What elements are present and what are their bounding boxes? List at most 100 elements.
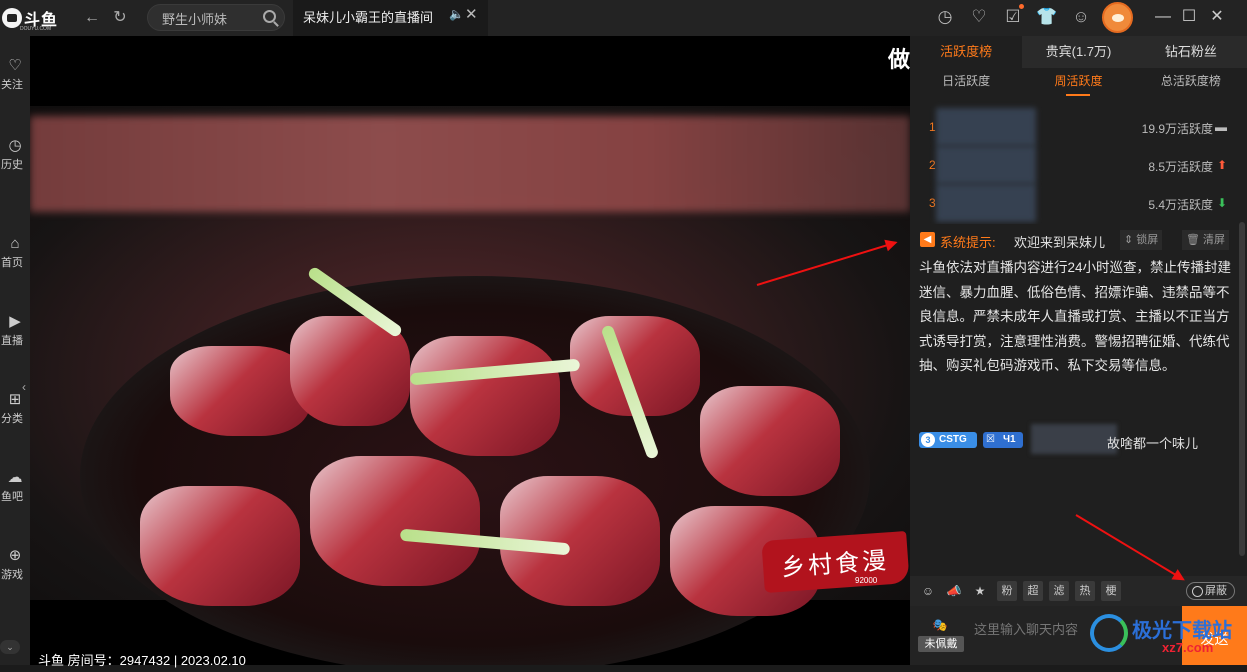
filter-button[interactable]: 滤: [1049, 581, 1069, 601]
sidebar-item-follow[interactable]: ♡ 关注: [0, 56, 30, 102]
sidebar-item-category[interactable]: ⊞ 分类: [0, 390, 30, 436]
heart-icon: ♡: [8, 57, 22, 74]
level-number: 3: [921, 433, 935, 447]
fan-badge-name: CSTG: [939, 434, 967, 445]
sidebar-item-yuba[interactable]: ☁ 鱼吧: [0, 468, 30, 514]
blurred-user: [936, 108, 1036, 146]
blurred-username: [1031, 424, 1117, 454]
search-box: [147, 4, 285, 31]
chevron-down-icon[interactable]: ⌄: [0, 640, 20, 654]
rank-value: 8.5万活跃度: [1148, 160, 1213, 174]
chat-text: 故啥都一个味儿: [1107, 436, 1199, 451]
meat-chunk: [410, 336, 560, 456]
rank-number: 3: [929, 196, 936, 210]
calendar-icon[interactable]: ☑: [1001, 3, 1025, 31]
left-sidebar: ♡ 关注 ◷ 历史 ⌂ 首页 ▶ 直播 ⊞ 分类 ☁ 鱼吧 ⊕ 游戏 ‹ ⌄: [0, 36, 30, 665]
sidebar-item-label: 历史: [1, 159, 23, 171]
blurred-user: [936, 184, 1036, 222]
sidebar-item-label: 直播: [1, 335, 23, 347]
tab-vip[interactable]: 贵宾(1.7万): [1022, 36, 1134, 68]
lock-screen-button[interactable]: ⇕ 锁屏: [1120, 230, 1163, 250]
collapse-sidebar-icon[interactable]: ‹: [22, 380, 26, 394]
chat-toolbar: ☺ 📣 ★ 粉 超 滤 热 梗 屏蔽: [910, 576, 1247, 606]
meat-chunk: [310, 456, 480, 586]
video-overlay-text: 做: [887, 47, 910, 72]
user-avatar[interactable]: [1102, 2, 1133, 33]
speaker-icon: ◀: [920, 232, 935, 247]
douyu-logo[interactable]: 斗鱼 DOUYU.COM: [0, 4, 60, 32]
minimize-button[interactable]: —: [1150, 4, 1176, 30]
trend-down-icon: ⬇: [1216, 196, 1227, 210]
shirt-icon[interactable]: 👕: [1035, 3, 1059, 31]
megaphone-icon[interactable]: 📣: [944, 581, 964, 601]
clear-screen-button[interactable]: 🗑 清屏: [1182, 230, 1230, 250]
rank-number: 1: [929, 120, 936, 134]
sidebar-item-label: 关注: [1, 79, 23, 91]
activity-sub-tabs: 日活跃度 周活跃度 总活跃度榜: [910, 68, 1247, 98]
rank-number: 2: [929, 158, 936, 172]
list-item[interactable]: 3 5.4万活跃度 ⬇: [910, 184, 1247, 222]
system-notice-header: ◀ 系统提示: 欢迎来到呆妹儿 ⇕ 锁屏 🗑 清屏: [920, 230, 1240, 250]
tab-daily[interactable]: 日活跃度: [910, 68, 1022, 98]
fan-level: Ч1: [1003, 434, 1016, 445]
meme-button[interactable]: 梗: [1101, 581, 1121, 601]
fan-button[interactable]: 粉: [997, 581, 1017, 601]
star-icon[interactable]: ★: [970, 581, 990, 601]
rank-value: 19.9万活跃度: [1141, 122, 1213, 136]
badge-status: 未佩戴: [918, 636, 964, 652]
tab-close-button[interactable]: ✕: [465, 5, 478, 23]
back-button[interactable]: ←: [80, 6, 104, 30]
blurred-region: [30, 116, 910, 212]
watermark-url: xz7.com: [1162, 640, 1214, 655]
tab-total[interactable]: 总活跃度榜: [1135, 68, 1247, 98]
system-notice-body: 斗鱼依法对直播内容进行24小时巡查，禁止传播封建迷信、暴力血腥、低俗色情、招嫖诈…: [919, 260, 1232, 373]
room-tab[interactable]: 呆妹儿小霸王的直播间 🔈 ✕: [293, 0, 488, 36]
clear-label: 清屏: [1203, 234, 1226, 246]
top-bar: 斗鱼 DOUYU.COM ← ↻ 呆妹儿小霸王的直播间 🔈 ✕ ◷ ♡ ☑ 👕 …: [0, 0, 1247, 36]
sidebar-item-live[interactable]: ▶ 直播: [0, 312, 30, 358]
super-button[interactable]: 超: [1023, 581, 1043, 601]
tab-diamond-fans[interactable]: 钻石粉丝: [1135, 36, 1247, 68]
close-button[interactable]: ✕: [1204, 4, 1230, 30]
hot-button[interactable]: 热: [1075, 581, 1095, 601]
sidebar-item-label: 游戏: [1, 569, 23, 581]
tab-weekly[interactable]: 周活跃度: [1022, 68, 1134, 98]
search-icon[interactable]: [263, 10, 276, 23]
sidebar-item-label: 分类: [1, 413, 23, 425]
chat-scrollbar[interactable]: [1239, 222, 1245, 556]
clock-icon[interactable]: ◷: [933, 3, 957, 31]
badge-slot[interactable]: 🎭 未佩戴: [918, 618, 964, 652]
refresh-button[interactable]: ↻: [108, 6, 132, 30]
lock-label: 锁屏: [1136, 234, 1159, 246]
sidebar-item-history[interactable]: ◷ 历史: [0, 136, 30, 182]
watermark-text: 极光下载站: [1132, 620, 1232, 642]
sidebar-item-games[interactable]: ⊕ 游戏: [0, 546, 30, 592]
site-watermark: 极光下载站 xz7.com: [1090, 612, 1240, 662]
heart-icon[interactable]: ♡: [967, 3, 991, 31]
ranking-tabs: 活跃度榜 贵宾(1.7万) 钻石粉丝: [910, 36, 1247, 68]
right-panel: 活跃度榜 贵宾(1.7万) 钻石粉丝 日活跃度 周活跃度 总活跃度榜 1 19.…: [910, 36, 1247, 665]
sidebar-item-label: 鱼吧: [1, 491, 23, 503]
maximize-button[interactable]: ☐: [1176, 4, 1202, 30]
fan-level-badge: ☒ Ч1: [983, 432, 1023, 448]
search-input[interactable]: [162, 9, 262, 27]
pot-image: [80, 265, 870, 665]
list-item[interactable]: 2 8.5万活跃度 ⬆: [910, 146, 1247, 184]
gamepad-icon: ⊕: [8, 547, 22, 564]
watermark-logo-icon: [1090, 614, 1128, 652]
channel-stamp: 乡村食漫: [761, 531, 910, 593]
tab-title: 呆妹儿小霸王的直播间: [303, 10, 434, 25]
home-icon: ⌂: [10, 235, 20, 252]
list-item[interactable]: 1 19.9万活跃度 ▬: [910, 108, 1247, 146]
emoji-icon[interactable]: ☺: [918, 581, 938, 601]
speaker-icon[interactable]: 🔈: [449, 7, 464, 21]
fish-logo-icon: [2, 8, 22, 28]
message-icon[interactable]: ☺: [1069, 3, 1093, 31]
video-player[interactable]: 做 乡村食漫 92000: [30, 36, 910, 665]
shield-toggle[interactable]: 屏蔽: [1186, 582, 1235, 600]
chat-message: 3 CSTG ☒ Ч1 故啥都一个味儿: [919, 424, 1239, 454]
header-icons: ◷ ♡ ☑ 👕 ☺ ⬡: [933, 3, 1127, 31]
system-welcome: 欢迎来到呆妹儿: [1014, 235, 1106, 250]
tab-activity-rank[interactable]: 活跃度榜: [910, 36, 1023, 68]
sidebar-item-home[interactable]: ⌂ 首页: [0, 234, 30, 280]
